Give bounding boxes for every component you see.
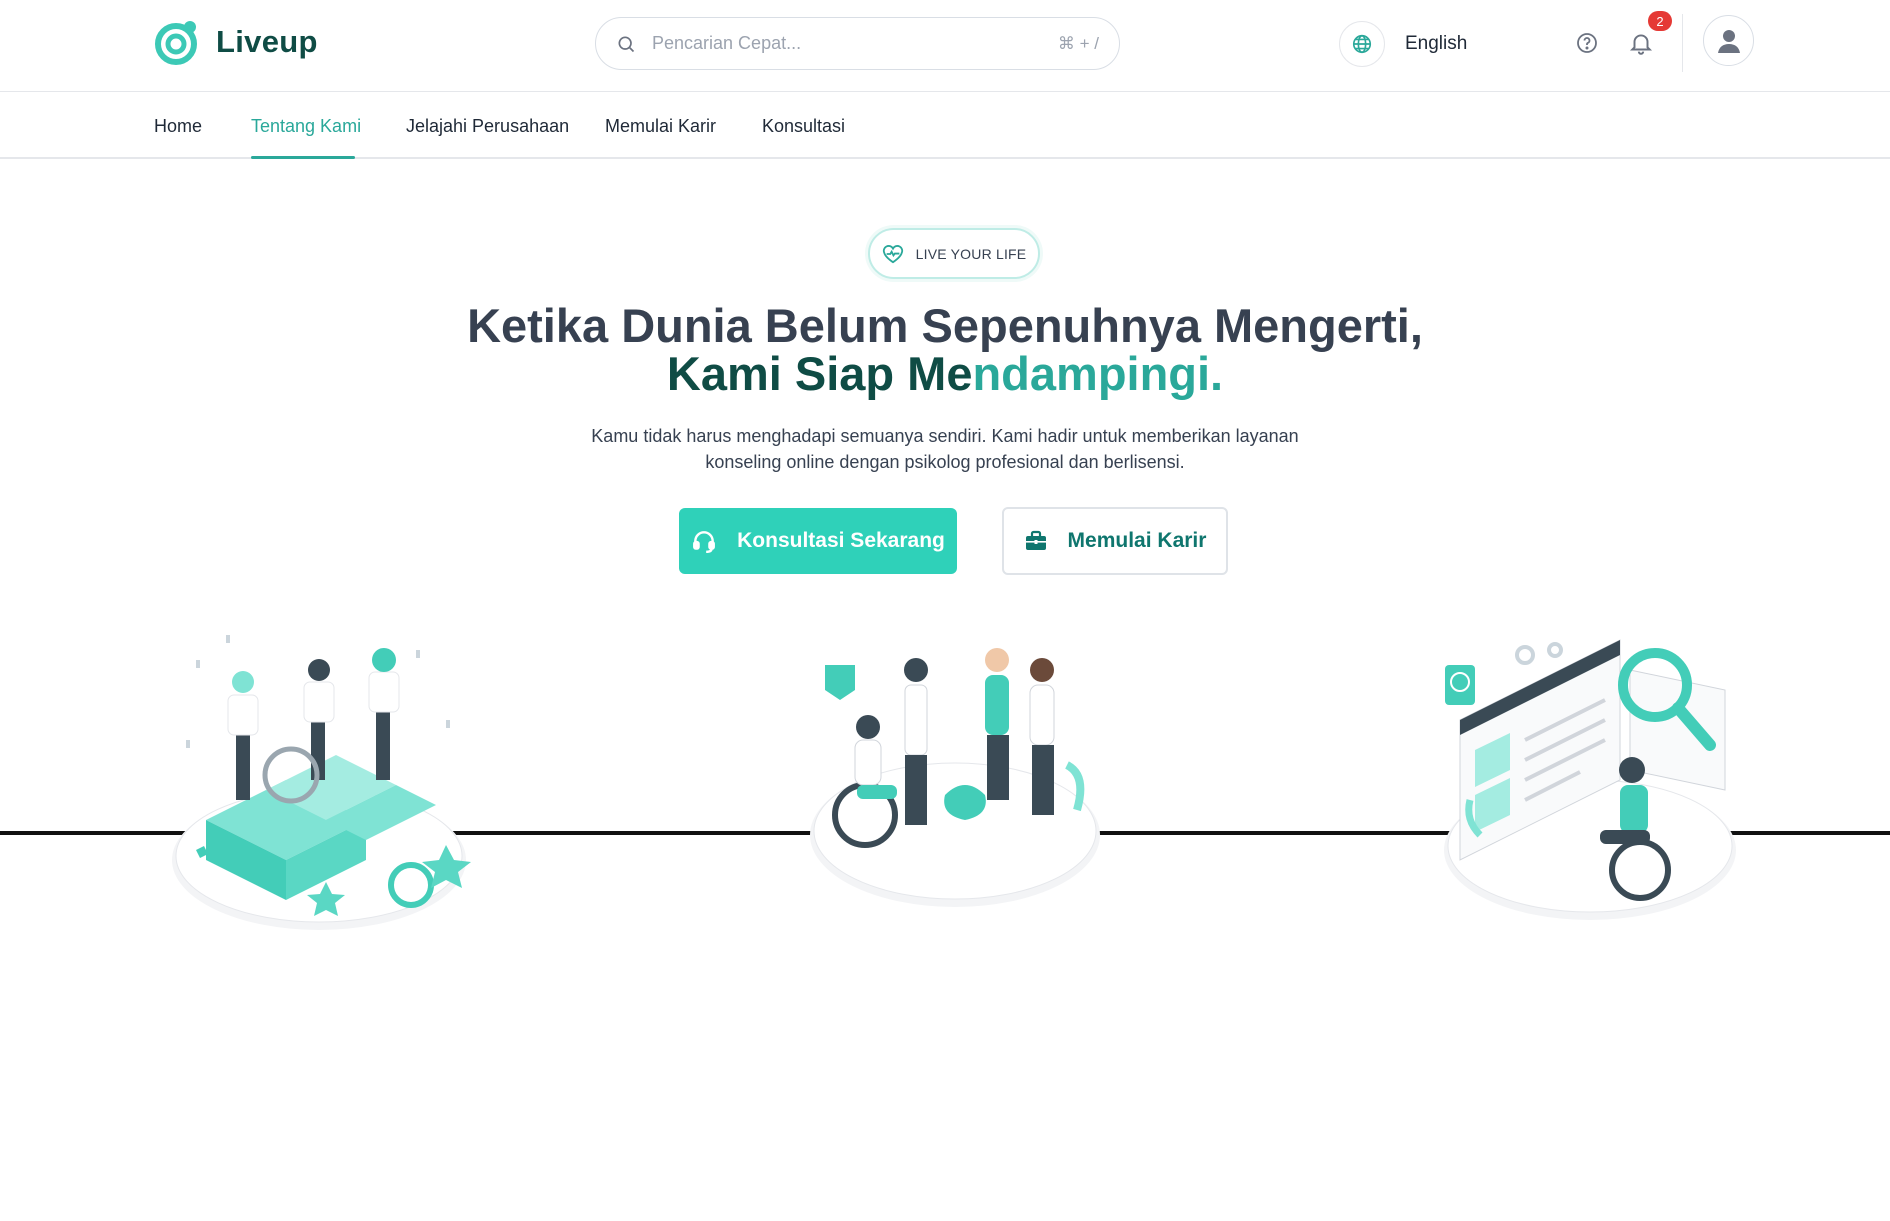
search-shortcut-hint: ⌘ + / — [1057, 33, 1099, 53]
search-icon — [618, 36, 635, 52]
nav-item-home[interactable]: Home — [154, 116, 202, 137]
hero-subtext: Kamu tidak harus menghadapi semuanya sen… — [591, 426, 1299, 472]
hero-headline: Ketika Dunia Belum Sepenuhnya Mengerti, … — [0, 302, 1890, 398]
tagline-pill: LIVE YOUR LIFE — [868, 228, 1040, 279]
main-nav: Home Tentang Kami Jelajahi Perusahaan Me… — [0, 92, 1890, 159]
user-icon — [1717, 29, 1740, 53]
celebration-illustration — [166, 620, 476, 935]
help-circle-icon[interactable] — [1575, 31, 1599, 55]
headline-line-1: Ketika Dunia Belum Sepenuhnya Mengerti, — [467, 299, 1423, 352]
search-input[interactable] — [652, 33, 1058, 54]
nav-item-konsultasi[interactable]: Konsultasi — [762, 116, 845, 137]
active-tab-indicator — [251, 156, 355, 159]
tagline-text: LIVE YOUR LIFE — [915, 245, 1027, 262]
job-search-illustration — [1440, 630, 1740, 930]
headline-line-2-dark: Kami Siap Me — [666, 347, 973, 400]
header-divider — [1682, 14, 1683, 72]
language-button[interactable] — [1339, 21, 1385, 67]
diverse-people-illustration — [805, 645, 1105, 915]
search-bar[interactable]: ⌘ + / — [595, 17, 1120, 70]
logo[interactable]: Liveup — [154, 18, 318, 66]
start-career-label: Memulai Karir — [1067, 529, 1207, 552]
heart-pulse-icon — [882, 244, 903, 263]
headline-line-2-accent: ndampingi. — [972, 347, 1224, 400]
globe-icon — [1352, 34, 1372, 54]
briefcase-icon — [1025, 530, 1046, 550]
nav-item-tentang-kami[interactable]: Tentang Kami — [251, 116, 361, 137]
headset-icon — [693, 531, 716, 554]
notification-badge: 2 — [1648, 11, 1672, 31]
nav-item-memulai-karir[interactable]: Memulai Karir — [605, 116, 716, 137]
logo-text: Liveup — [216, 24, 318, 59]
avatar[interactable] — [1703, 15, 1754, 66]
liveup-logo-icon — [155, 21, 197, 65]
bell-icon[interactable] — [1628, 30, 1654, 56]
start-career-button[interactable]: Memulai Karir — [1002, 507, 1228, 575]
consult-now-label: Konsultasi Sekarang — [737, 529, 945, 552]
language-label[interactable]: English — [1405, 33, 1467, 55]
nav-item-jelajahi-perusahaan[interactable]: Jelajahi Perusahaan — [406, 116, 569, 137]
top-header: Liveup ⌘ + / English 2 — [0, 0, 1890, 92]
consult-now-button[interactable]: Konsultasi Sekarang — [679, 508, 957, 574]
